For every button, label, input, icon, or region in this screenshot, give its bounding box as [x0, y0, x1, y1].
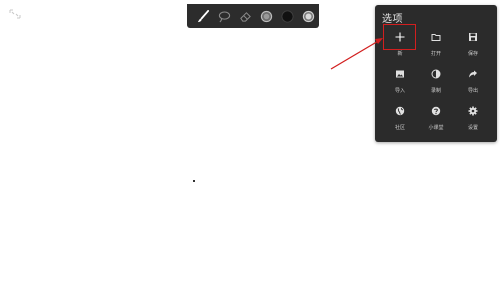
color-swatch-icon [281, 10, 294, 22]
open-label: 打开 [430, 51, 441, 57]
save-icon [469, 33, 477, 41]
brush-size-icon [260, 10, 273, 22]
brush-size-tool[interactable] [256, 4, 277, 28]
share-icon [469, 70, 477, 78]
image-icon [396, 70, 404, 78]
globe-icon [395, 106, 405, 116]
canvas-dot [193, 180, 195, 182]
community-label: 社区 [394, 125, 405, 131]
gear-icon [468, 106, 478, 116]
tool-toolbar [187, 4, 319, 28]
tutorial-label: 小课堂 [428, 125, 444, 131]
import-label: 导入 [394, 88, 405, 94]
record-label: 录制 [430, 88, 441, 94]
brush-icon [197, 9, 210, 22]
export-label: 导出 [467, 88, 478, 94]
open-button[interactable]: 打开 [416, 27, 456, 63]
fullscreen-icon[interactable] [9, 9, 21, 19]
settings-button[interactable]: 设置 [453, 101, 493, 137]
import-button[interactable]: 导入 [380, 64, 420, 100]
brush-tool[interactable] [193, 4, 214, 28]
panel-title: 选项 [382, 14, 403, 25]
eraser-icon [240, 11, 251, 22]
eraser-tool[interactable] [235, 4, 256, 28]
community-button[interactable]: 社区 [380, 101, 420, 137]
folder-icon [431, 34, 441, 41]
tutorial-button[interactable]: 小课堂 [416, 101, 456, 137]
record-icon [431, 69, 441, 79]
new-label: 新 [397, 51, 403, 57]
lasso-tool[interactable] [214, 4, 235, 28]
opacity-icon [302, 10, 315, 22]
highlight-box [383, 24, 416, 50]
opacity-tool[interactable] [298, 4, 319, 28]
record-button[interactable]: 录制 [416, 64, 456, 100]
color-swatch-tool[interactable] [277, 4, 298, 28]
help-icon [431, 106, 441, 116]
settings-label: 设置 [467, 125, 478, 131]
save-button[interactable]: 保存 [453, 27, 493, 63]
export-button[interactable]: 导出 [453, 64, 493, 100]
save-label: 保存 [467, 51, 478, 57]
lasso-icon [218, 11, 231, 22]
